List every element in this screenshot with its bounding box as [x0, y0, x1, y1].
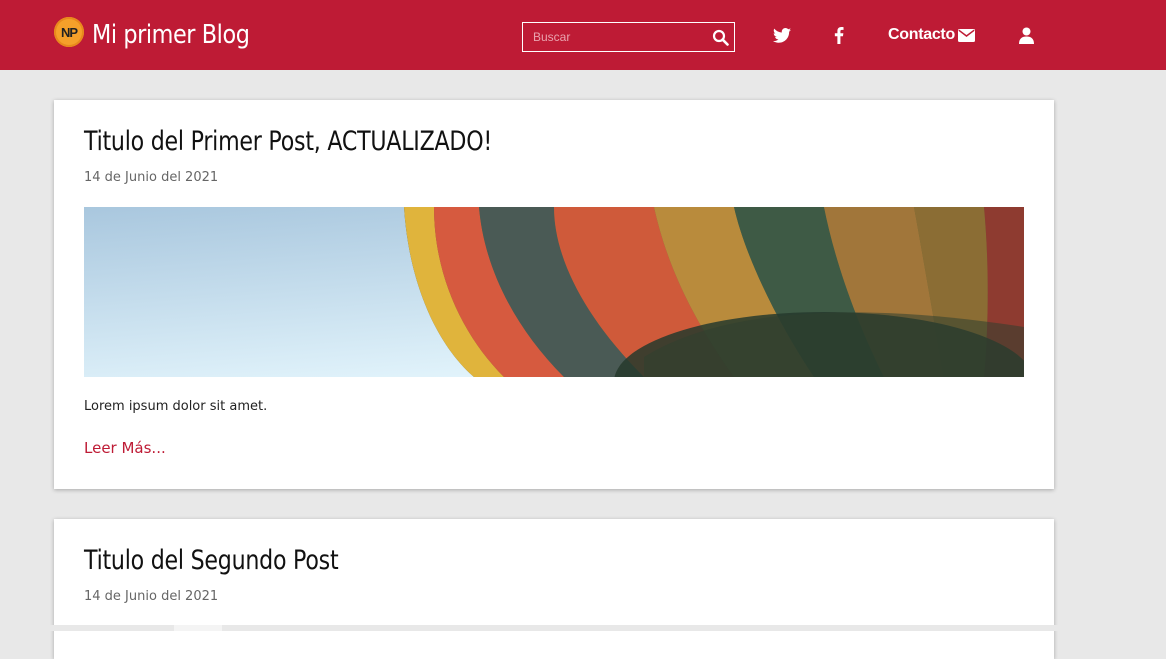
twitter-icon[interactable]	[772, 25, 792, 45]
search-box	[522, 22, 735, 52]
search-input[interactable]	[523, 23, 708, 51]
nav-contact-link[interactable]: Contacto	[888, 24, 975, 46]
facebook-icon[interactable]	[829, 25, 849, 45]
post-title[interactable]: Titulo del Primer Post, ACTUALIZADO!	[84, 126, 492, 157]
post-date: 14 de Junio del 2021	[84, 589, 219, 604]
search-icon[interactable]	[710, 27, 730, 47]
envelope-icon	[957, 28, 975, 42]
post-title[interactable]: Titulo del Segundo Post	[84, 545, 339, 576]
user-icon[interactable]	[1016, 25, 1036, 45]
read-more-link[interactable]: Leer Más...	[84, 439, 166, 457]
post-card: Titulo del Primer Post, ACTUALIZADO! 14 …	[54, 100, 1054, 489]
top-navbar: NP Mi primer Blog Contacto	[0, 0, 1166, 70]
scrollbar-thumb[interactable]	[174, 625, 222, 631]
logo[interactable]: NP	[54, 17, 84, 47]
contact-label: Contacto	[888, 26, 955, 43]
post-date: 14 de Junio del 2021	[84, 170, 219, 185]
brand-title[interactable]: Mi primer Blog	[92, 16, 250, 54]
post-excerpt: Lorem ipsum dolor sit amet.	[84, 399, 268, 414]
post-card: Titulo del Segundo Post 14 de Junio del …	[54, 519, 1054, 659]
post-hero-image	[84, 207, 1024, 377]
